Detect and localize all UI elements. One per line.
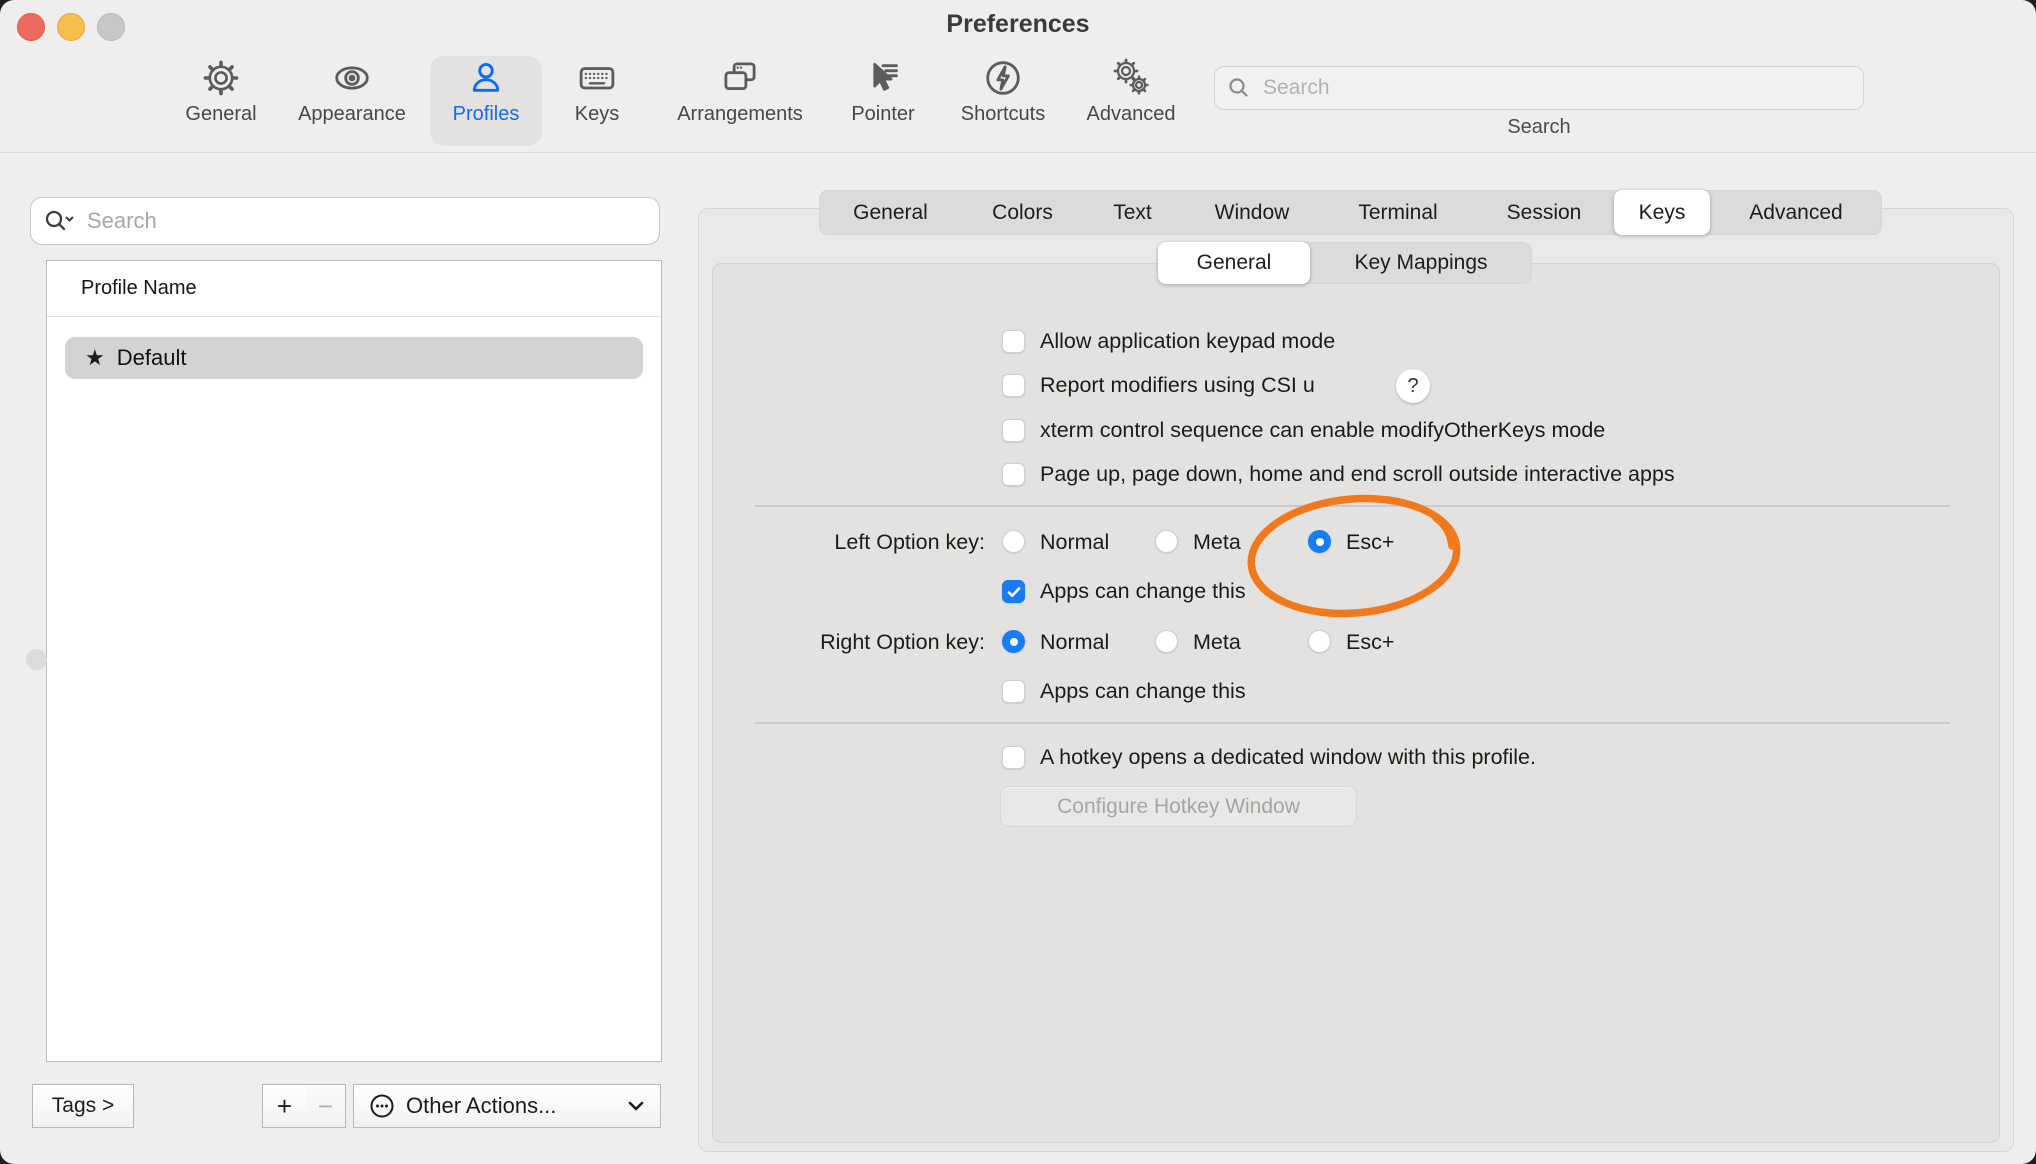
radio-label: Meta — [1193, 528, 1241, 556]
profile-search-input[interactable] — [85, 207, 647, 235]
chevron-down-icon — [626, 1099, 646, 1113]
radio-left-meta[interactable] — [1155, 530, 1178, 553]
toolbar-label: Appearance — [298, 103, 406, 126]
checkbox-keypad-mode[interactable] — [1002, 330, 1025, 353]
radio-right-normal[interactable] — [1002, 630, 1025, 653]
toolbar-label: Advanced — [1087, 103, 1176, 126]
remove-profile-button[interactable]: − — [306, 1084, 346, 1128]
right-option-key-label: Right Option key: — [640, 628, 985, 656]
checkbox-label: Report modifiers using CSI u — [1040, 371, 1315, 399]
window-edge-dot — [26, 649, 47, 670]
checkbox-modify-other-keys[interactable] — [1002, 419, 1025, 442]
toolbar-item-keys[interactable]: Keys — [522, 55, 672, 147]
toolbar-label: Arrangements — [677, 103, 803, 126]
tab-session[interactable]: Session — [1474, 190, 1614, 235]
gear-icon — [201, 55, 241, 101]
add-profile-button[interactable]: + — [262, 1084, 307, 1128]
checkbox-label: Page up, page down, home and end scroll … — [1040, 460, 1675, 488]
profile-row-default[interactable]: ★ Default — [65, 337, 643, 379]
titlebar: Preferences — [0, 0, 2036, 50]
eye-icon — [332, 55, 372, 101]
radio-label: Normal — [1040, 628, 1109, 656]
toolbar-search-input[interactable] — [1261, 75, 1851, 101]
checkmark-icon — [1006, 584, 1022, 600]
tab-general[interactable]: General — [819, 190, 962, 235]
keys-general-panel — [712, 263, 2000, 1143]
profile-list-header: Profile Name — [47, 261, 661, 317]
radio-left-normal[interactable] — [1002, 530, 1025, 553]
toolbar-search-field[interactable] — [1214, 66, 1864, 110]
checkbox-csi-u[interactable] — [1002, 374, 1025, 397]
toolbar-divider — [0, 152, 2036, 153]
profile-tab-bar: General Colors Text Window Terminal Sess… — [819, 190, 1882, 235]
checkbox-page-scroll[interactable] — [1002, 463, 1025, 486]
tab-text[interactable]: Text — [1083, 190, 1182, 235]
search-icon — [1227, 76, 1251, 100]
checkbox-label: Allow application keypad mode — [1040, 327, 1335, 355]
checkbox-label: Apps can change this — [1040, 677, 1246, 705]
toolbar-label: General — [185, 103, 256, 126]
toolbar-label: Profiles — [453, 103, 520, 126]
tab-advanced[interactable]: Advanced — [1710, 190, 1882, 235]
radio-right-esc[interactable] — [1308, 630, 1331, 653]
tab-window[interactable]: Window — [1182, 190, 1322, 235]
configure-hotkey-window-button[interactable]: Configure Hotkey Window — [1000, 786, 1357, 827]
toolbar-label: Keys — [575, 103, 619, 126]
toolbar-item-general[interactable]: General — [146, 55, 296, 147]
circle-ellipsis-icon — [368, 1092, 396, 1120]
cursor-icon — [863, 55, 903, 101]
search-scope-icon — [43, 208, 75, 234]
help-button[interactable]: ? — [1396, 369, 1430, 403]
toolbar-label: Shortcuts — [961, 103, 1045, 126]
subtab-key-mappings[interactable]: Key Mappings — [1310, 242, 1532, 284]
separator — [755, 505, 1950, 507]
radio-left-esc[interactable] — [1308, 530, 1331, 553]
profile-search-field[interactable] — [30, 197, 660, 245]
radio-right-meta[interactable] — [1155, 630, 1178, 653]
tags-button[interactable]: Tags > — [32, 1084, 134, 1128]
toolbar-item-advanced[interactable]: Advanced — [1056, 55, 1206, 147]
toolbar-item-arrangements[interactable]: Arrangements — [665, 55, 815, 147]
toolbar-item-appearance[interactable]: Appearance — [277, 55, 427, 147]
preferences-window: Preferences General Appearance — [0, 0, 2036, 1164]
left-option-key-label: Left Option key: — [640, 528, 985, 556]
toolbar: General Appearance Profiles — [0, 50, 2036, 152]
tab-colors[interactable]: Colors — [962, 190, 1083, 235]
radio-label: Meta — [1193, 628, 1241, 656]
other-actions-dropdown[interactable]: Other Actions... — [353, 1084, 661, 1128]
checkbox-right-apps-can-change[interactable] — [1002, 680, 1025, 703]
windows-icon — [720, 55, 760, 101]
profile-name: Default — [117, 345, 187, 371]
gears-icon — [1111, 55, 1151, 101]
checkbox-hotkey-window[interactable] — [1002, 746, 1025, 769]
window-title: Preferences — [0, 10, 2036, 39]
separator — [755, 722, 1950, 724]
keys-subtab-bar: General Key Mappings — [1158, 242, 1532, 284]
tab-terminal[interactable]: Terminal — [1322, 190, 1474, 235]
other-actions-label: Other Actions... — [406, 1093, 616, 1119]
radio-label: Esc+ — [1346, 628, 1394, 656]
profile-list: Profile Name ★ Default — [46, 260, 662, 1062]
toolbar-label: Pointer — [851, 103, 914, 126]
checkbox-label: Apps can change this — [1040, 577, 1246, 605]
checkbox-label: xterm control sequence can enable modify… — [1040, 416, 1605, 444]
bolt-circle-icon — [983, 55, 1023, 101]
radio-label: Esc+ — [1346, 528, 1394, 556]
star-icon: ★ — [85, 347, 105, 369]
checkbox-left-apps-can-change[interactable] — [1002, 580, 1025, 603]
toolbar-search-label: Search — [1214, 116, 1864, 139]
person-icon — [466, 55, 506, 101]
radio-label: Normal — [1040, 528, 1109, 556]
keyboard-icon — [577, 55, 617, 101]
checkbox-label: A hotkey opens a dedicated window with t… — [1040, 743, 1536, 771]
subtab-general[interactable]: General — [1158, 242, 1310, 284]
tab-keys[interactable]: Keys — [1614, 190, 1710, 235]
